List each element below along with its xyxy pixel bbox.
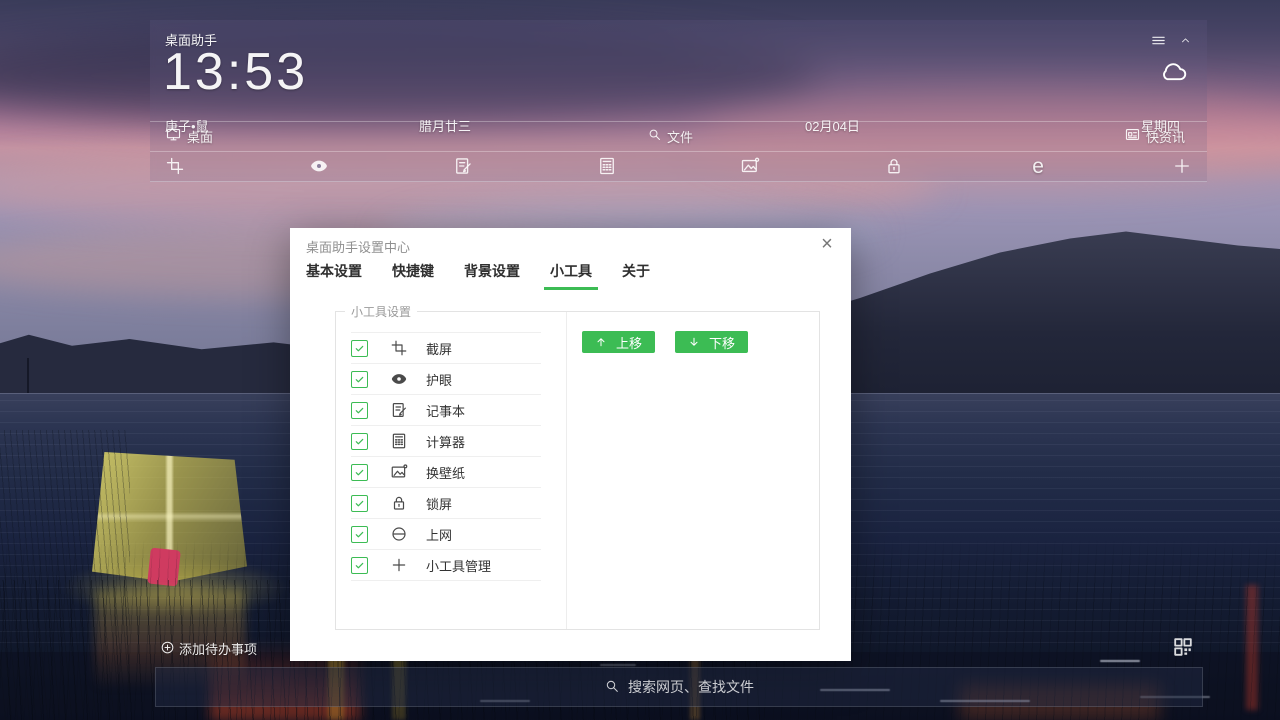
crop-icon[interactable] — [164, 155, 186, 177]
desktop-tab-label: 桌面 — [187, 127, 213, 146]
globe-icon — [390, 525, 408, 543]
widget-row-screenshot[interactable]: 截屏 — [351, 333, 541, 364]
widget-row-wallpaper[interactable]: 换壁纸 — [351, 457, 541, 488]
widget-row-calculator[interactable]: 计算器 — [351, 426, 541, 457]
notepad-icon[interactable] — [452, 155, 474, 177]
calculator-icon — [390, 432, 408, 450]
widget-row-lockscreen[interactable]: 锁屏 — [351, 488, 541, 519]
arrow-down-icon — [688, 336, 700, 348]
widget-checkbox[interactable] — [351, 464, 368, 481]
lock-icon — [390, 494, 408, 512]
move-up-button[interactable]: 上移 — [582, 331, 655, 353]
move-down-label: 下移 — [709, 333, 735, 352]
file-search-field[interactable]: 文件 — [647, 121, 693, 151]
collapse-panel-icon[interactable] — [1179, 34, 1192, 52]
widget-checkbox[interactable] — [351, 526, 368, 543]
browser-icon[interactable]: e — [1027, 155, 1049, 177]
widget-row-manage[interactable]: 小工具管理 — [351, 550, 541, 581]
eye-icon — [390, 370, 408, 388]
search-icon — [647, 127, 662, 145]
tab-widgets[interactable]: 小工具 — [550, 261, 592, 290]
widget-label: 小工具管理 — [426, 556, 491, 575]
widget-label: 护眼 — [426, 370, 452, 389]
add-todo-button[interactable]: 添加待办事项 — [160, 639, 257, 658]
plus-icon[interactable] — [1171, 155, 1193, 177]
circle-plus-icon — [160, 640, 175, 658]
notepad-icon — [390, 401, 408, 419]
monitor-icon — [165, 126, 182, 146]
menu-icon[interactable] — [1150, 32, 1167, 54]
move-down-button[interactable]: 下移 — [675, 331, 748, 353]
close-icon[interactable]: × — [815, 232, 839, 256]
eye-icon[interactable] — [308, 155, 330, 177]
arrow-up-icon — [595, 336, 607, 348]
settings-dialog: 桌面助手设置中心 × 基本设置 快捷键 背景设置 小工具 关于 小工具设置 截屏 — [290, 228, 851, 661]
weather-cloud-icon[interactable] — [1156, 56, 1192, 91]
plus-icon — [390, 556, 408, 574]
wallpaper-light-streak — [1100, 660, 1140, 662]
widget-checkbox[interactable] — [351, 340, 368, 357]
widget-row-notepad[interactable]: 记事本 — [351, 395, 541, 426]
quick-news-button[interactable]: 快资讯 — [1124, 121, 1185, 151]
widget-label: 锁屏 — [426, 494, 452, 513]
widget-label: 上网 — [426, 525, 452, 544]
widget-checkbox[interactable] — [351, 495, 368, 512]
wallpaper-light-streak — [600, 664, 636, 666]
widget-list: 截屏 护眼 记事本 计算器 — [351, 332, 541, 581]
wallpaper-tower — [27, 358, 29, 396]
widget-checkbox[interactable] — [351, 371, 368, 388]
crop-icon — [390, 339, 408, 357]
widget-label: 记事本 — [426, 401, 465, 420]
desktop-search-bar[interactable]: 搜索网页、查找文件 — [155, 667, 1203, 707]
quick-launch-row: e — [150, 151, 1207, 181]
file-search-placeholder: 文件 — [667, 127, 693, 146]
wallpaper-reeds — [0, 430, 130, 720]
news-icon — [1124, 126, 1141, 146]
desktop-scene: 桌面助手 13:53 庚子•鼠 腊月廿三 02月04日 星期四 桌面 文件 快资… — [0, 0, 1280, 720]
tab-shortcuts[interactable]: 快捷键 — [392, 261, 434, 290]
tab-basic-settings[interactable]: 基本设置 — [306, 261, 362, 290]
desktop-tab[interactable]: 桌面 — [165, 121, 213, 151]
wallpaper-icon[interactable] — [739, 155, 761, 177]
lock-icon[interactable] — [883, 155, 905, 177]
widget-checkbox[interactable] — [351, 433, 368, 450]
tab-background-settings[interactable]: 背景设置 — [464, 261, 520, 290]
widget-checkbox[interactable] — [351, 557, 368, 574]
reorder-buttons: 上移 下移 — [582, 331, 748, 353]
dialog-title: 桌面助手设置中心 — [306, 237, 410, 256]
widget-label: 换壁纸 — [426, 463, 465, 482]
settings-tabs: 基本设置 快捷键 背景设置 小工具 关于 — [306, 261, 650, 290]
widget-settings-legend: 小工具设置 — [345, 303, 417, 320]
widget-row-internet[interactable]: 上网 — [351, 519, 541, 550]
clock-time: 13:53 — [163, 44, 308, 101]
widget-checkbox[interactable] — [351, 402, 368, 419]
widget-row-eyecare[interactable]: 护眼 — [351, 364, 541, 395]
calculator-icon[interactable] — [596, 155, 618, 177]
add-todo-label: 添加待办事项 — [179, 639, 257, 658]
widget-label: 计算器 — [426, 432, 465, 451]
move-up-label: 上移 — [616, 333, 642, 352]
widget-label: 截屏 — [426, 339, 452, 358]
search-bar-placeholder: 搜索网页、查找文件 — [628, 677, 754, 697]
group-divider — [566, 312, 567, 629]
quick-news-label: 快资讯 — [1146, 127, 1185, 146]
wallpaper-icon — [390, 463, 408, 481]
search-icon — [604, 678, 620, 697]
desktop-widget-panel: 桌面助手 13:53 庚子•鼠 腊月廿三 02月04日 星期四 桌面 文件 快资… — [150, 20, 1207, 182]
qr-code-icon[interactable] — [1172, 636, 1194, 663]
widget-settings-group: 小工具设置 截屏 护眼 记事本 — [335, 311, 820, 630]
tab-about[interactable]: 关于 — [622, 261, 650, 290]
